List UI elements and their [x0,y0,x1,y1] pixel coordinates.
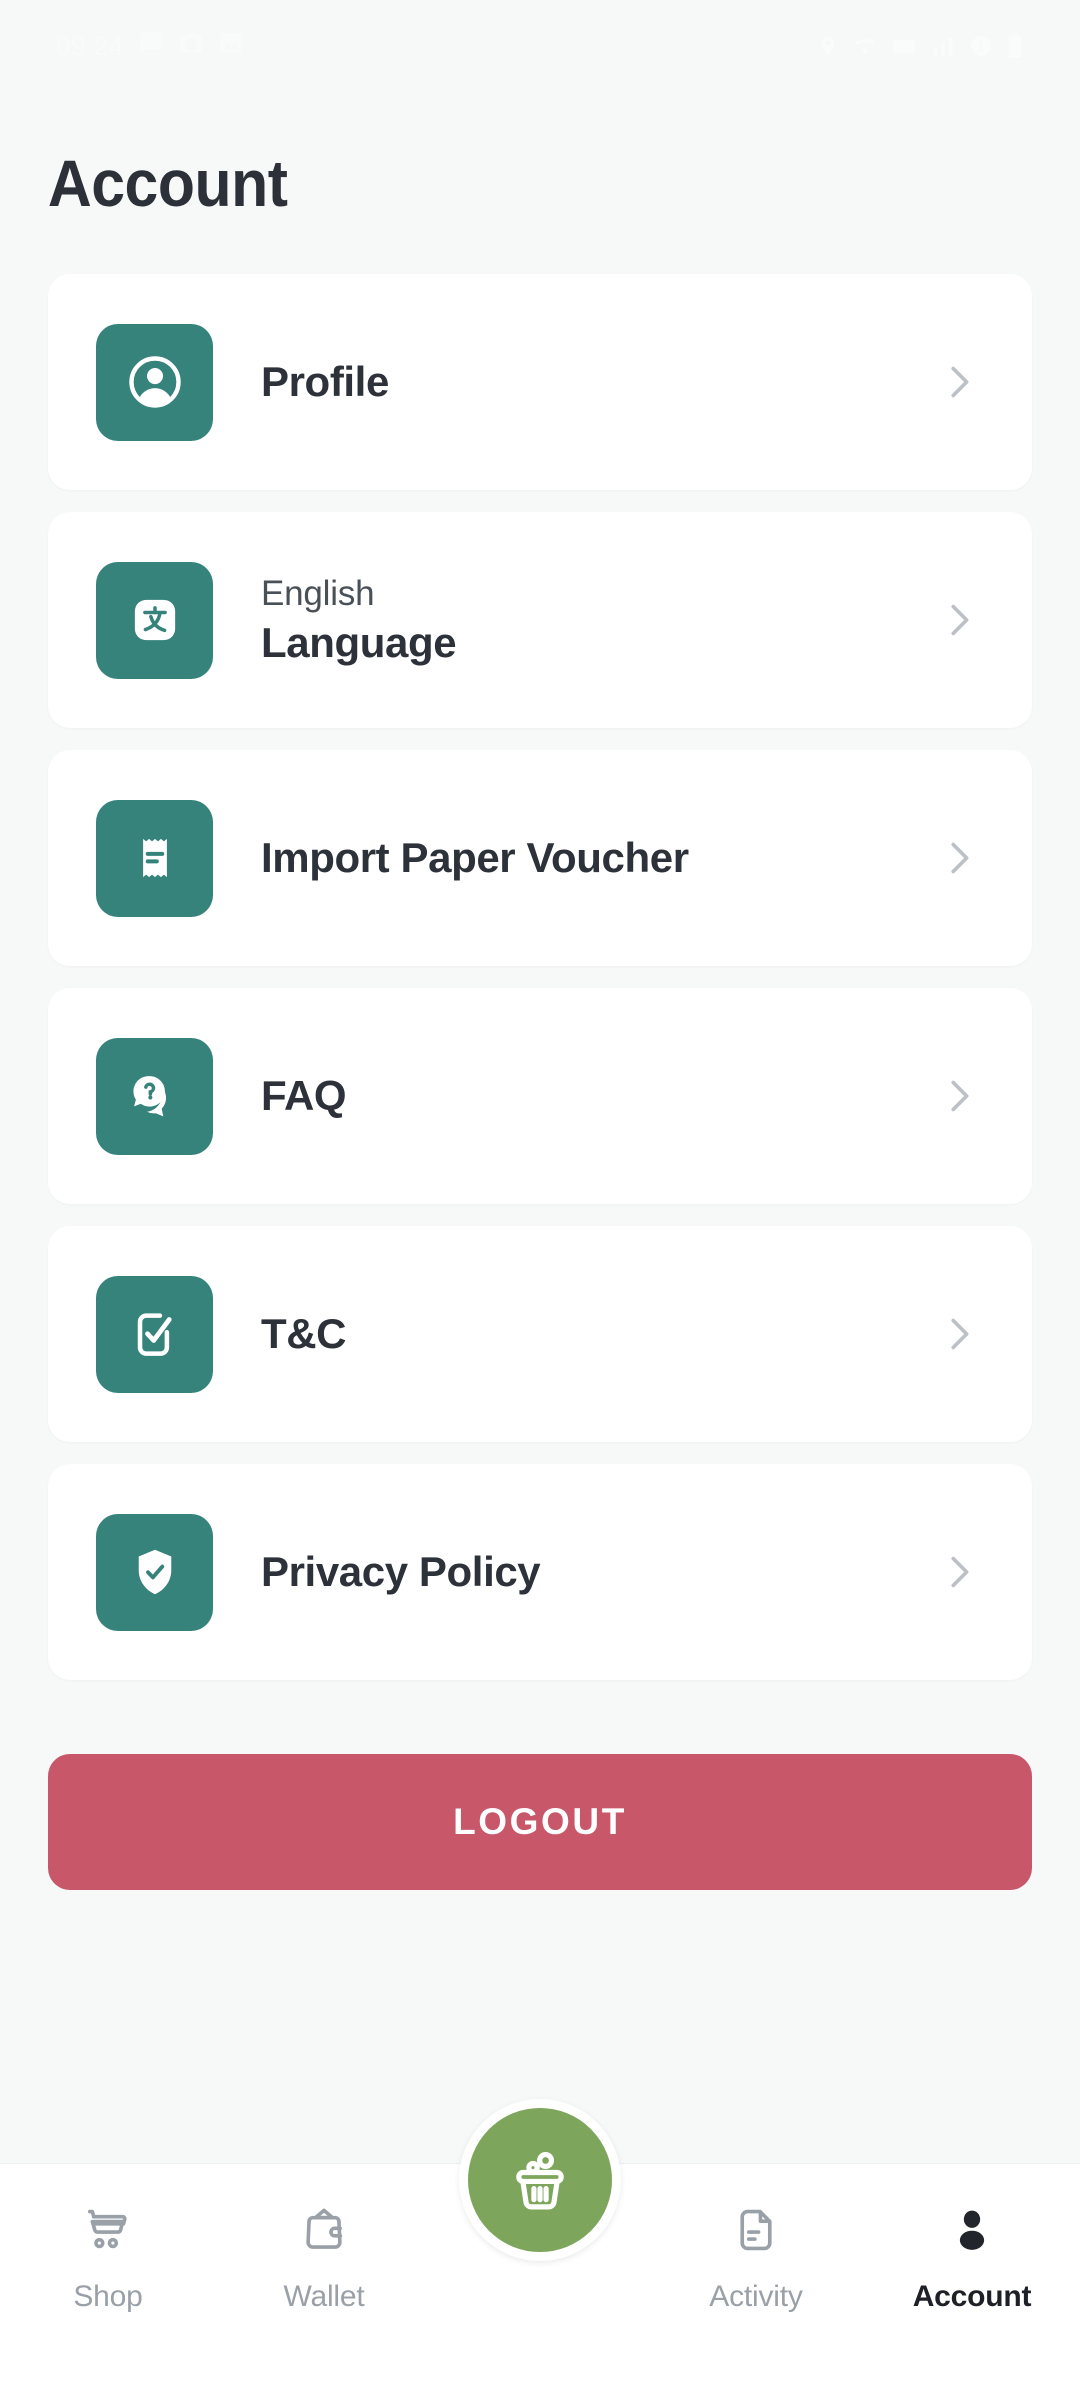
nav-item-account[interactable]: Account [864,2198,1080,2314]
bottom-navigation-bar: Shop Wallet Activity Account [0,2099,1080,2400]
menu-item-text: Import Paper Voucher [261,834,918,882]
status-bar-right [817,33,1024,59]
nav-label-wallet: Wallet [283,2280,365,2313]
menu-item-title: Language [261,619,457,667]
chevron-right-icon[interactable] [936,835,982,881]
chevron-right-icon[interactable] [936,597,982,643]
receipt-icon [96,799,213,917]
user-circle-icon [96,323,213,441]
chevron-right-icon[interactable] [936,1073,982,1119]
mobile-data-icon [891,33,917,59]
logout-section: LOGOUT [0,1754,1080,1890]
wallet-icon [296,2198,352,2262]
nav-item-shop[interactable]: Shop [0,2198,216,2314]
menu-item-subtitle: English [261,573,375,613]
logout-button[interactable]: LOGOUT [48,1754,1032,1890]
menu-item-faq[interactable]: FAQ [48,988,1032,1204]
menu-item-title: Profile [261,357,389,405]
shopping-cart-icon [80,2198,136,2262]
menu-item-tnc[interactable]: T&C [48,1226,1032,1442]
menu-item-title: Import Paper Voucher [261,833,689,881]
menu-item-title: FAQ [261,1071,347,1119]
chevron-right-icon[interactable] [936,1549,982,1595]
status-bar: 09:24 [0,0,1080,92]
chevron-right-icon[interactable] [936,1311,982,1357]
menu-item-privacy-policy[interactable]: Privacy Policy [48,1464,1032,1680]
basket-icon [497,2137,583,2223]
basket-fab-button[interactable] [459,2099,621,2261]
status-bar-left: 09:24 [56,30,244,63]
nav-item-activity[interactable]: Activity [648,2198,864,2314]
message-icon [138,30,164,63]
menu-item-title: T&C [261,1309,347,1357]
wifi-icon [852,33,878,59]
nav-label-account: Account [912,2280,1032,2313]
checked-document-icon [96,1275,213,1393]
shield-check-icon [96,1513,213,1631]
menu-item-text: FAQ [261,1072,918,1120]
activity-doc-icon [728,2198,784,2262]
account-menu-list: Profile English Language Import Paper Vo… [0,274,1080,1680]
menu-item-text: English Language [261,573,918,668]
app-screen: 09:24 Account Profile English Language I… [0,0,1080,2400]
status-time: 09:24 [56,30,124,61]
menu-item-language[interactable]: English Language [48,512,1032,728]
question-chat-icon [96,1037,213,1155]
nav-label-shop: Shop [73,2280,143,2313]
menu-item-import-paper-voucher[interactable]: Import Paper Voucher [48,750,1032,966]
vibrate-icon [969,34,993,58]
menu-item-profile[interactable]: Profile [48,274,1032,490]
menu-item-text: Privacy Policy [261,1548,918,1596]
page-title: Account [47,146,288,220]
nav-label-activity: Activity [709,2280,803,2313]
person-icon [944,2198,1000,2262]
location-icon [817,35,839,57]
gallery-icon [218,30,244,63]
chevron-right-icon[interactable] [936,359,982,405]
menu-item-text: Profile [261,358,918,406]
signal-icon [930,33,956,59]
menu-item-text: T&C [261,1310,918,1358]
translate-icon [96,561,213,679]
nav-item-wallet[interactable]: Wallet [216,2198,432,2314]
camera-icon [178,30,204,63]
menu-item-title: Privacy Policy [261,1547,541,1595]
battery-icon [1006,33,1024,59]
